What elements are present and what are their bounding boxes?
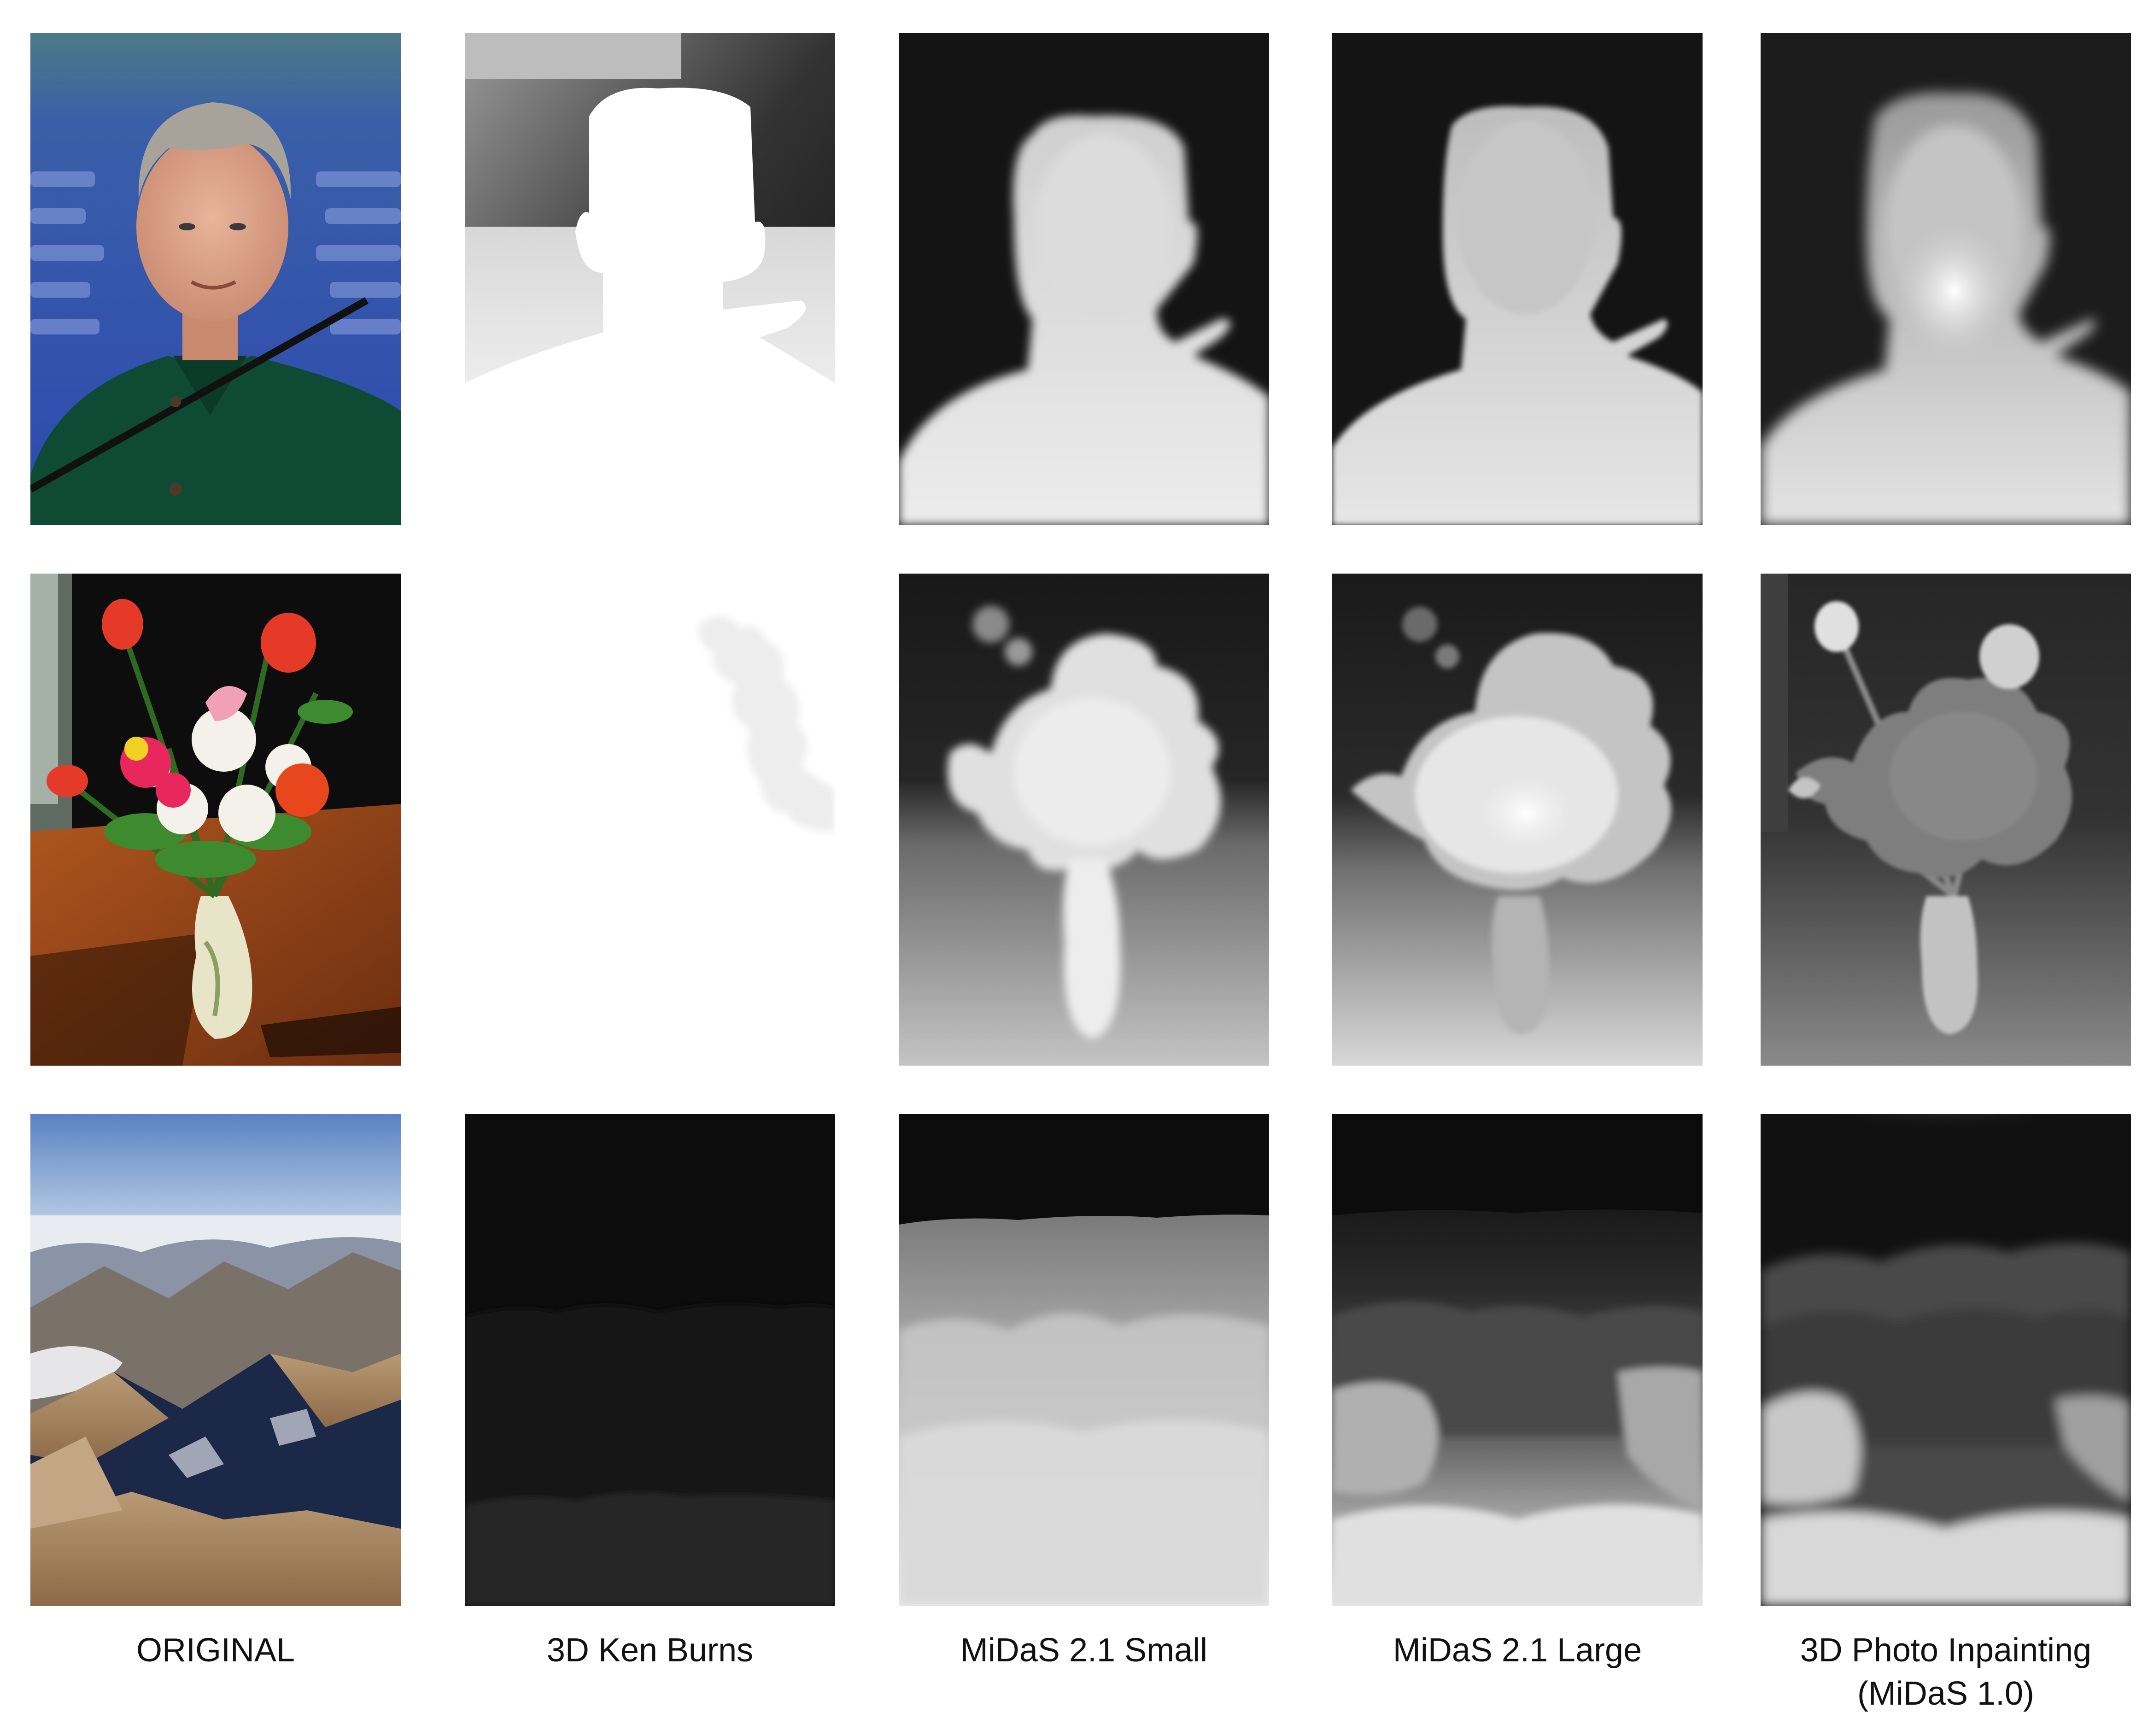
midas-large-mountains-depth — [1332, 1114, 1703, 1606]
original-mountains-photo — [30, 1114, 401, 1606]
midas-large-flowers-depth — [1332, 574, 1703, 1066]
3d-photo-inpainting-flowers-depth — [1761, 574, 2131, 1066]
ken-burns-mountains-depth — [465, 1114, 835, 1606]
column-label-original: ORIGINAL — [136, 1632, 295, 1669]
midas-small-mountains-depth — [899, 1114, 1269, 1606]
column-label-3d-photo-inpainting-line1: 3D Photo Inpainting — [1800, 1632, 2092, 1669]
column-label-midas-small: MiDaS 2.1 Small — [960, 1632, 1208, 1669]
midas-small-portrait-depth — [899, 33, 1269, 525]
midas-small-flowers-depth — [899, 574, 1269, 1066]
column-label-3d-photo-inpainting-line2: (MiDaS 1.0) — [1857, 1675, 2035, 1712]
3d-photo-inpainting-portrait-depth — [1761, 33, 2131, 525]
column-label-3d-photo-inpainting: 3D Photo Inpainting (MiDaS 1.0) — [1738, 1629, 2148, 1715]
original-portrait-photo — [30, 33, 401, 525]
ken-burns-portrait-depth — [465, 33, 835, 525]
ken-burns-flowers-depth — [465, 574, 835, 1066]
midas-large-portrait-depth — [1332, 33, 1703, 525]
column-label-midas-large: MiDaS 2.1 Large — [1393, 1632, 1642, 1669]
original-flowers-photo — [30, 574, 401, 1066]
3d-photo-inpainting-mountains-depth — [1761, 1114, 2131, 1606]
column-label-ken-burns: 3D Ken Burns — [546, 1632, 754, 1669]
